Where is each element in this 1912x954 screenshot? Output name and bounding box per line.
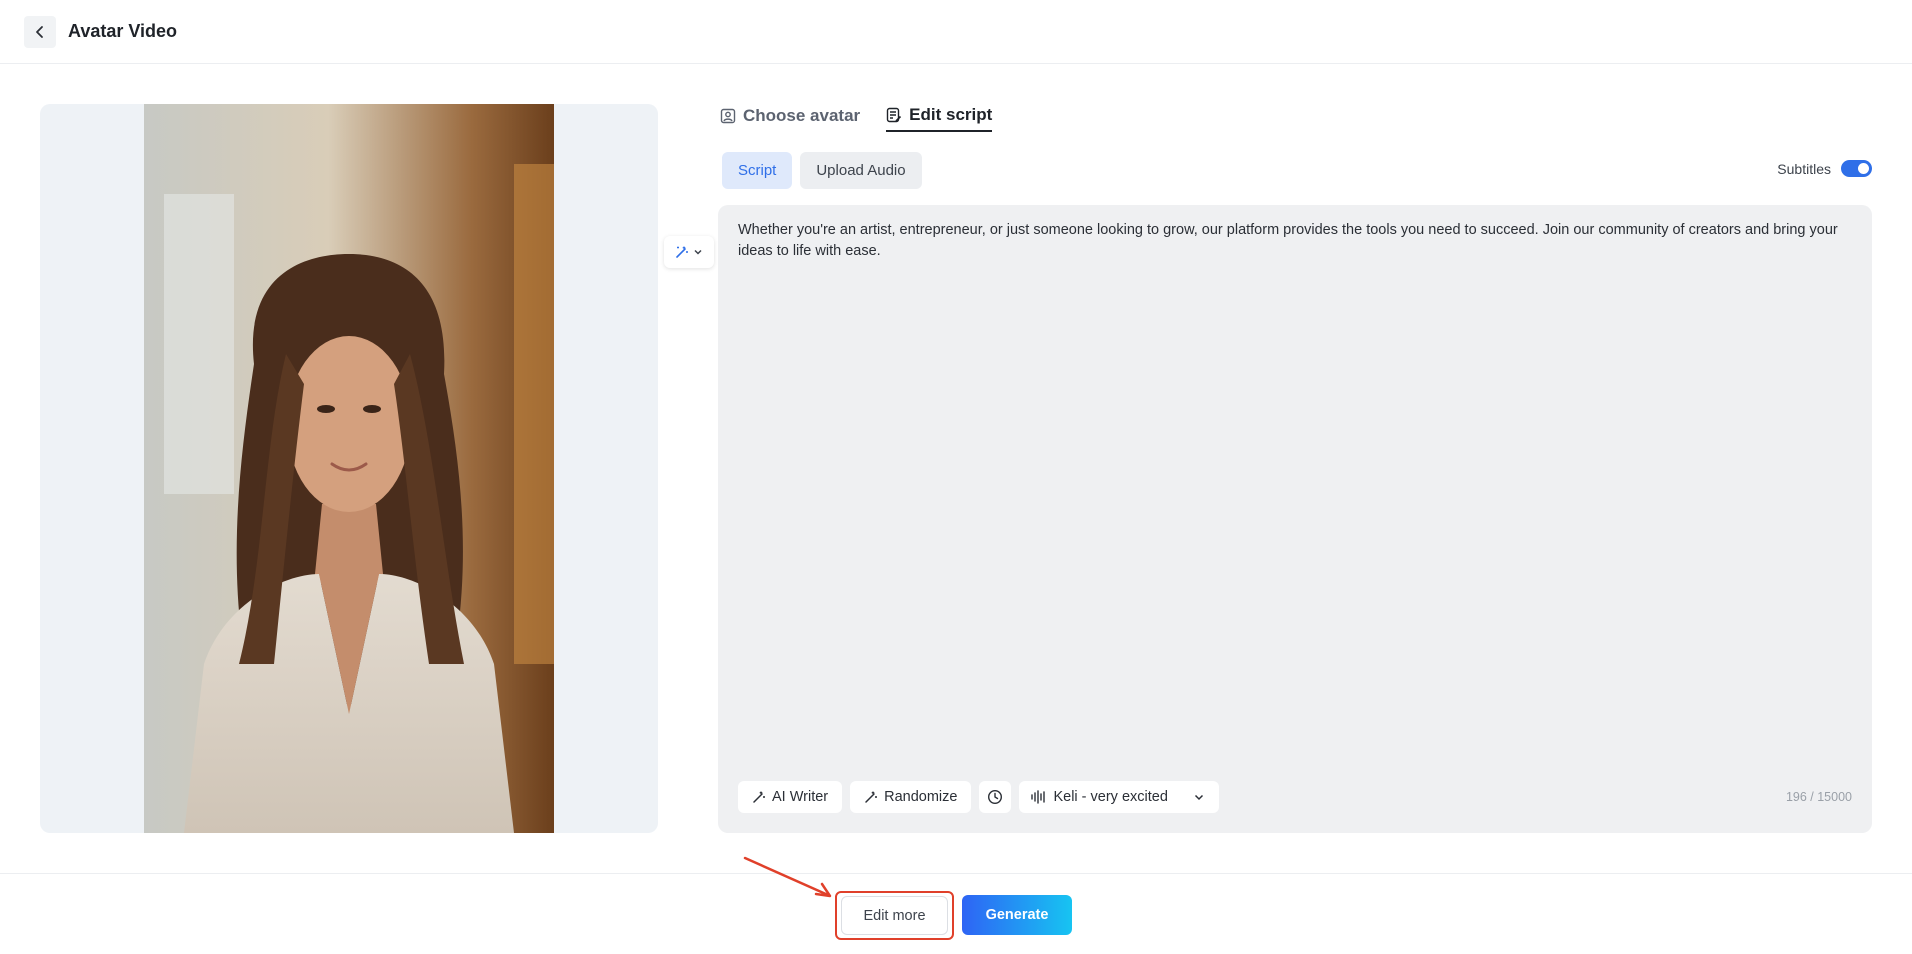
clock-icon [988, 789, 1003, 805]
avatar-image [144, 104, 554, 833]
ai-writer-button[interactable]: AI Writer [738, 781, 843, 813]
chevron-down-icon [1195, 794, 1204, 801]
back-button[interactable] [24, 15, 56, 48]
subtitles-control: Subtitles [1777, 160, 1872, 177]
subtitles-toggle[interactable] [1841, 160, 1872, 177]
footer-bar [0, 873, 1912, 954]
tab-edit-script[interactable]: Edit script [886, 100, 993, 132]
tab-edit-script-label: Edit script [909, 105, 993, 124]
character-count: 196 / 15000 [1785, 790, 1852, 804]
pause-timer-button[interactable] [979, 781, 1012, 813]
avatar-frame-icon [720, 108, 736, 124]
magic-wand-icon [753, 791, 765, 803]
voice-select[interactable]: Keli - very excited [1019, 781, 1220, 813]
script-text[interactable]: Whether you're an artist, entrepreneur, … [738, 220, 1848, 262]
generate-button[interactable]: Generate [962, 895, 1072, 935]
chevron-left-icon [36, 25, 43, 38]
script-toolbar: AI Writer Randomize Keli - very excited [738, 781, 1220, 813]
annotation-arrow [743, 856, 832, 898]
magic-dropdown-button[interactable] [664, 236, 714, 268]
tab-choose-avatar[interactable]: Choose avatar [720, 100, 860, 132]
waveform-icon [1031, 790, 1046, 804]
edit-more-button[interactable]: Edit more [841, 896, 948, 935]
voice-select-value: Keli - very excited [1053, 789, 1168, 805]
ai-writer-label: AI Writer [772, 789, 829, 805]
subtitles-label: Subtitles [1777, 160, 1831, 177]
script-editor[interactable]: Whether you're an artist, entrepreneur, … [718, 205, 1872, 833]
chevron-down-icon [694, 249, 702, 255]
magic-wand-icon [865, 791, 878, 803]
tab-choose-avatar-label: Choose avatar [743, 106, 861, 125]
script-edit-icon [886, 107, 902, 123]
magic-wand-icon [676, 246, 688, 258]
script-mode-button[interactable]: Script [722, 152, 793, 189]
page-title: Avatar Video [68, 21, 178, 41]
randomize-button[interactable]: Randomize [850, 781, 972, 813]
editor-tabs: Choose avatar Edit script [720, 100, 993, 134]
upload-audio-button[interactable]: Upload Audio [800, 152, 922, 189]
avatar-preview-panel [40, 104, 658, 833]
script-mode-tabs: Script Upload Audio [722, 152, 922, 189]
randomize-label: Randomize [884, 789, 958, 805]
header: Avatar Video [0, 0, 1912, 64]
